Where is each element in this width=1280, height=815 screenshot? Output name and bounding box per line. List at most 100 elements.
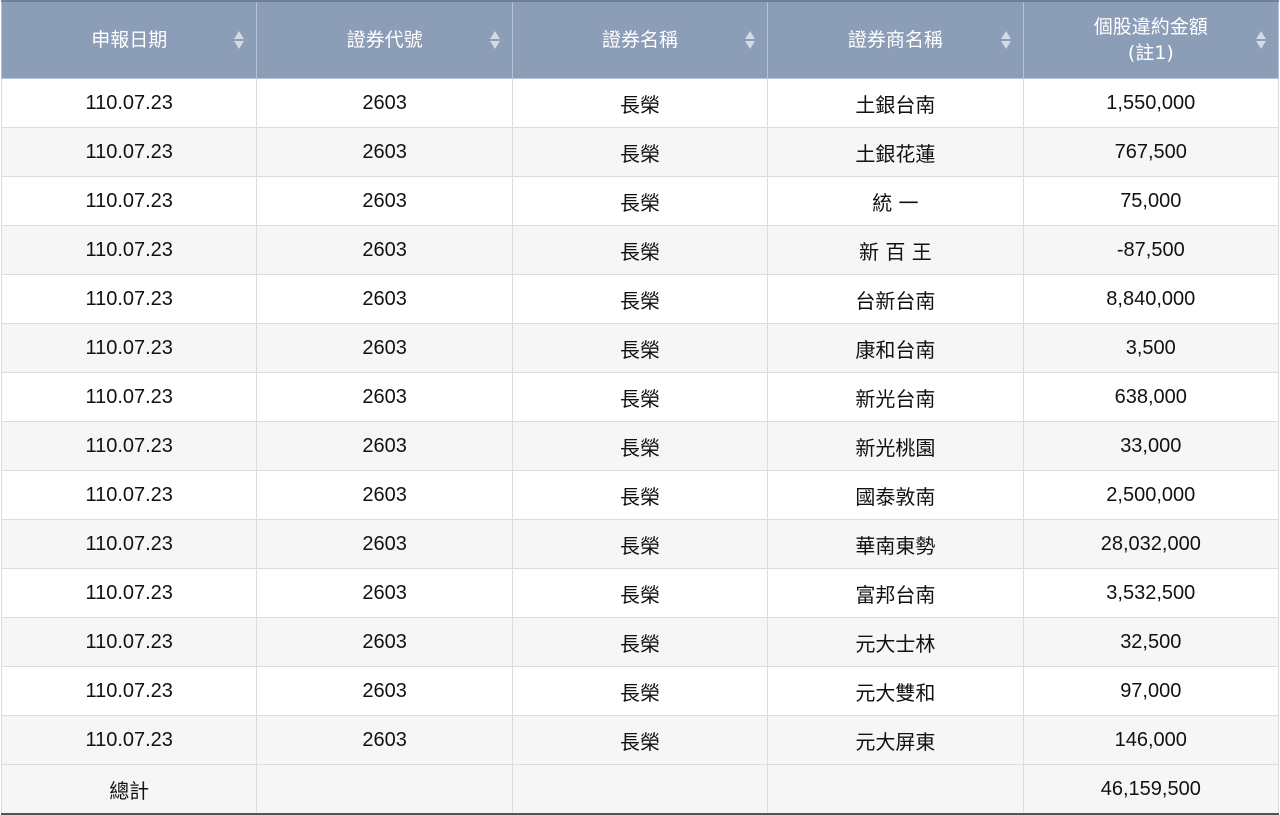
cell-date: 110.07.23 bbox=[0, 127, 258, 177]
cell-amount: 28,032,000 bbox=[1022, 519, 1280, 569]
cell-security-name: 長榮 bbox=[511, 274, 769, 324]
header-security-name[interactable]: 證券名稱 bbox=[511, 0, 769, 79]
cell-code: 2603 bbox=[256, 715, 513, 765]
header-code[interactable]: 證券代號 bbox=[256, 0, 513, 79]
cell-broker-name: 新光桃園 bbox=[767, 421, 1024, 471]
cell-security-name: 長榮 bbox=[511, 666, 769, 716]
cell-date: 110.07.23 bbox=[0, 470, 258, 520]
cell-amount: 32,500 bbox=[1022, 617, 1280, 667]
cell-amount: 33,000 bbox=[1022, 421, 1280, 471]
sort-icon[interactable] bbox=[1256, 29, 1266, 51]
cell-amount: 8,840,000 bbox=[1022, 274, 1280, 324]
total-row: 總計 46,159,500 bbox=[0, 764, 1280, 815]
cell-amount: 3,500 bbox=[1022, 323, 1280, 373]
violation-table: 申報日期 證券代號 證券名稱 證券商名稱 個股違約金額 (註1) 110.07.… bbox=[0, 0, 1280, 815]
cell-code: 2603 bbox=[256, 617, 513, 667]
table-body: 110.07.23 2603 長榮 土銀台南 1,550,000 110.07.… bbox=[0, 78, 1280, 815]
cell-date: 110.07.23 bbox=[0, 568, 258, 618]
cell-date: 110.07.23 bbox=[0, 715, 258, 765]
cell-broker-name: 康和台南 bbox=[767, 323, 1024, 373]
cell-date: 110.07.23 bbox=[0, 323, 258, 373]
header-amount[interactable]: 個股違約金額 (註1) bbox=[1022, 0, 1280, 79]
header-amount-label: 個股違約金額 bbox=[1093, 16, 1208, 38]
table-row: 110.07.23 2603 長榮 元大士林 32,500 bbox=[0, 617, 1280, 667]
header-date-label: 申報日期 bbox=[91, 29, 168, 51]
cell-code: 2603 bbox=[256, 519, 513, 569]
header-date[interactable]: 申報日期 bbox=[0, 0, 258, 79]
violation-table-container: 申報日期 證券代號 證券名稱 證券商名稱 個股違約金額 (註1) 110.07.… bbox=[0, 0, 1280, 815]
total-label: 總計 bbox=[0, 764, 258, 815]
cell-amount: 3,532,500 bbox=[1022, 568, 1280, 618]
table-row: 110.07.23 2603 長榮 康和台南 3,500 bbox=[0, 323, 1280, 373]
cell-security-name: 長榮 bbox=[511, 176, 769, 226]
cell-broker-name: 國泰敦南 bbox=[767, 470, 1024, 520]
cell-amount: 2,500,000 bbox=[1022, 470, 1280, 520]
sort-icon[interactable] bbox=[489, 29, 500, 51]
cell-broker-name: 富邦台南 bbox=[767, 568, 1024, 618]
cell-security-name: 長榮 bbox=[511, 421, 769, 471]
header-broker-name-label: 證券商名稱 bbox=[847, 29, 943, 51]
total-empty-security bbox=[511, 764, 769, 815]
cell-security-name: 長榮 bbox=[511, 519, 769, 569]
header-security-name-label: 證券名稱 bbox=[601, 29, 678, 51]
cell-broker-name: 台新台南 bbox=[767, 274, 1024, 324]
cell-amount: 1,550,000 bbox=[1022, 78, 1280, 128]
cell-date: 110.07.23 bbox=[0, 176, 258, 226]
header-code-label: 證券代號 bbox=[346, 29, 423, 51]
cell-code: 2603 bbox=[256, 372, 513, 422]
table-row: 110.07.23 2603 長榮 國泰敦南 2,500,000 bbox=[0, 470, 1280, 520]
cell-security-name: 長榮 bbox=[511, 372, 769, 422]
table-row: 110.07.23 2603 長榮 新光台南 638,000 bbox=[0, 372, 1280, 422]
cell-code: 2603 bbox=[256, 568, 513, 618]
cell-amount: 75,000 bbox=[1022, 176, 1280, 226]
cell-security-name: 長榮 bbox=[511, 323, 769, 373]
table-row: 110.07.23 2603 長榮 台新台南 8,840,000 bbox=[0, 274, 1280, 324]
cell-amount: 638,000 bbox=[1022, 372, 1280, 422]
cell-date: 110.07.23 bbox=[0, 274, 258, 324]
table-row: 110.07.23 2603 長榮 新光桃園 33,000 bbox=[0, 421, 1280, 471]
cell-code: 2603 bbox=[256, 127, 513, 177]
cell-amount: 767,500 bbox=[1022, 127, 1280, 177]
table-row: 110.07.23 2603 長榮 土銀台南 1,550,000 bbox=[0, 78, 1280, 128]
table-row: 110.07.23 2603 長榮 新 百 王 -87,500 bbox=[0, 225, 1280, 275]
table-header: 申報日期 證券代號 證券名稱 證券商名稱 個股違約金額 (註1) bbox=[0, 0, 1280, 79]
cell-code: 2603 bbox=[256, 176, 513, 226]
table-row: 110.07.23 2603 長榮 統 一 75,000 bbox=[0, 176, 1280, 226]
cell-date: 110.07.23 bbox=[0, 78, 258, 128]
cell-broker-name: 元大雙和 bbox=[767, 666, 1024, 716]
total-empty-code bbox=[256, 764, 513, 815]
sort-icon[interactable] bbox=[234, 29, 245, 51]
cell-code: 2603 bbox=[256, 666, 513, 716]
cell-security-name: 長榮 bbox=[511, 78, 769, 128]
cell-amount: 97,000 bbox=[1022, 666, 1280, 716]
cell-broker-name: 華南東勢 bbox=[767, 519, 1024, 569]
cell-date: 110.07.23 bbox=[0, 225, 258, 275]
table-row: 110.07.23 2603 長榮 富邦台南 3,532,500 bbox=[0, 568, 1280, 618]
cell-security-name: 長榮 bbox=[511, 127, 769, 177]
cell-code: 2603 bbox=[256, 470, 513, 520]
cell-date: 110.07.23 bbox=[0, 421, 258, 471]
cell-broker-name: 土銀台南 bbox=[767, 78, 1024, 128]
table-row: 110.07.23 2603 長榮 土銀花蓮 767,500 bbox=[0, 127, 1280, 177]
cell-code: 2603 bbox=[256, 274, 513, 324]
cell-broker-name: 元大士林 bbox=[767, 617, 1024, 667]
cell-code: 2603 bbox=[256, 225, 513, 275]
cell-code: 2603 bbox=[256, 323, 513, 373]
total-empty-broker bbox=[767, 764, 1024, 815]
header-broker-name[interactable]: 證券商名稱 bbox=[767, 0, 1024, 79]
total-amount: 46,159,500 bbox=[1022, 764, 1280, 815]
table-row: 110.07.23 2603 長榮 元大雙和 97,000 bbox=[0, 666, 1280, 716]
sort-icon[interactable] bbox=[1000, 29, 1011, 51]
cell-date: 110.07.23 bbox=[0, 372, 258, 422]
cell-amount: -87,500 bbox=[1022, 225, 1280, 275]
cell-broker-name: 新 百 王 bbox=[767, 225, 1024, 275]
cell-amount: 146,000 bbox=[1022, 715, 1280, 765]
table-row: 110.07.23 2603 長榮 華南東勢 28,032,000 bbox=[0, 519, 1280, 569]
header-row: 申報日期 證券代號 證券名稱 證券商名稱 個股違約金額 (註1) bbox=[0, 0, 1280, 79]
header-amount-note: (註1) bbox=[1127, 42, 1174, 64]
sort-icon[interactable] bbox=[745, 29, 756, 51]
cell-date: 110.07.23 bbox=[0, 519, 258, 569]
cell-security-name: 長榮 bbox=[511, 715, 769, 765]
table-row: 110.07.23 2603 長榮 元大屏東 146,000 bbox=[0, 715, 1280, 765]
cell-broker-name: 土銀花蓮 bbox=[767, 127, 1024, 177]
